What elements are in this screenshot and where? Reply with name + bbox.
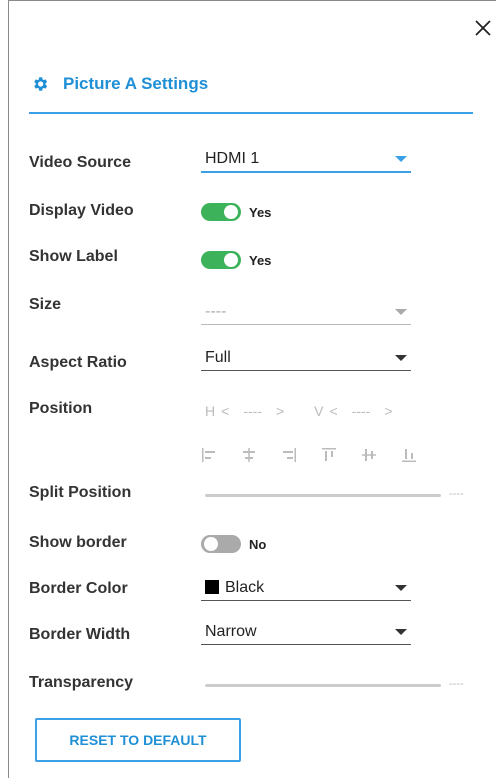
size-label: Size [29, 296, 62, 313]
transparency-label: Transparency [29, 674, 134, 691]
show-border-row: Show border [29, 533, 199, 553]
video-source-row: Video Source [29, 153, 199, 173]
size-value: ---- [205, 302, 227, 320]
panel-header: Picture A Settings [31, 67, 208, 101]
chevron-down-icon [395, 628, 407, 635]
show-label-label: Show Label [29, 248, 118, 265]
split-position-slider [205, 494, 441, 497]
panel-title: Picture A Settings [63, 74, 209, 93]
border-width-value: Narrow [205, 622, 257, 640]
align-center-horizontal-icon [243, 448, 255, 462]
close-icon[interactable] [474, 19, 492, 37]
border-color-value-wrap: Black [205, 579, 264, 597]
show-border-toggle[interactable]: No [201, 535, 266, 553]
toggle-switch[interactable] [201, 203, 241, 221]
position-h-label: H [205, 403, 216, 419]
reset-to-default-button[interactable]: RESET TO DEFAULT [35, 718, 241, 762]
position-h-prev-button: < [221, 403, 230, 419]
position-v-value: ---- [351, 403, 371, 419]
aspect-ratio-value: Full [205, 348, 231, 366]
settings-panel: Picture A Settings Video Source HDMI 1 D… [8, 0, 496, 778]
video-source-value: HDMI 1 [205, 150, 260, 167]
transparency-row: Transparency [29, 673, 199, 693]
display-video-toggle[interactable]: Yes [201, 203, 271, 221]
align-right-icon [283, 448, 296, 462]
toggle-switch[interactable] [201, 251, 241, 269]
show-border-state: No [249, 536, 267, 552]
toggle-knob [224, 253, 238, 267]
position-v-label: V [314, 403, 324, 419]
chevron-down-icon [395, 354, 407, 361]
position-controls: H < ---- > V < ---- > [205, 403, 407, 419]
align-top-icon [322, 448, 336, 461]
border-color-row: Border Color [29, 579, 199, 599]
toggle-switch[interactable] [201, 535, 241, 553]
show-label-state: Yes [249, 252, 272, 268]
size-select: ---- [201, 301, 411, 325]
header-divider [29, 112, 473, 114]
border-color-value: Black [225, 578, 265, 596]
chevron-down-icon [395, 584, 407, 591]
position-label: Position [29, 400, 93, 417]
split-position-row: Split Position [29, 483, 199, 503]
align-bottom-icon [402, 449, 416, 462]
color-swatch [205, 580, 219, 595]
size-row: Size [29, 295, 199, 315]
aspect-ratio-row: Aspect Ratio [29, 353, 199, 373]
border-color-select[interactable]: Black [201, 577, 411, 601]
align-left-icon [202, 448, 215, 462]
transparency-value: ---- [449, 678, 464, 690]
aspect-ratio-select[interactable]: Full [201, 347, 411, 371]
position-v-next-button: > [384, 403, 393, 419]
display-video-state: Yes [249, 204, 272, 220]
aspect-ratio-label: Aspect Ratio [29, 354, 127, 371]
show-label-row: Show Label [29, 247, 199, 267]
toggle-knob [204, 537, 218, 551]
video-source-select[interactable]: HDMI 1 [201, 149, 411, 173]
border-width-select[interactable]: Narrow [201, 621, 411, 645]
position-h-next-button: > [275, 403, 285, 419]
border-width-row: Border Width [29, 625, 199, 645]
display-video-row: Display Video [29, 201, 199, 221]
position-row: Position [29, 399, 199, 419]
position-v-prev-button: < [329, 403, 338, 419]
position-h-value: ---- [243, 403, 262, 419]
gear-icon [34, 77, 48, 91]
chevron-down-icon [395, 156, 407, 162]
border-width-label: Border Width [29, 626, 131, 643]
split-position-label: Split Position [29, 484, 132, 501]
align-center-vertical-icon [362, 449, 376, 461]
chevron-down-icon [395, 308, 407, 315]
toggle-knob [224, 205, 238, 219]
display-video-label: Display Video [29, 202, 134, 219]
video-source-label: Video Source [29, 154, 131, 171]
alignment-icons [201, 447, 441, 463]
border-color-label: Border Color [29, 580, 128, 597]
split-position-value: ---- [449, 488, 464, 500]
transparency-slider [205, 684, 441, 687]
show-border-label: Show border [29, 534, 127, 551]
show-label-toggle[interactable]: Yes [201, 251, 271, 269]
